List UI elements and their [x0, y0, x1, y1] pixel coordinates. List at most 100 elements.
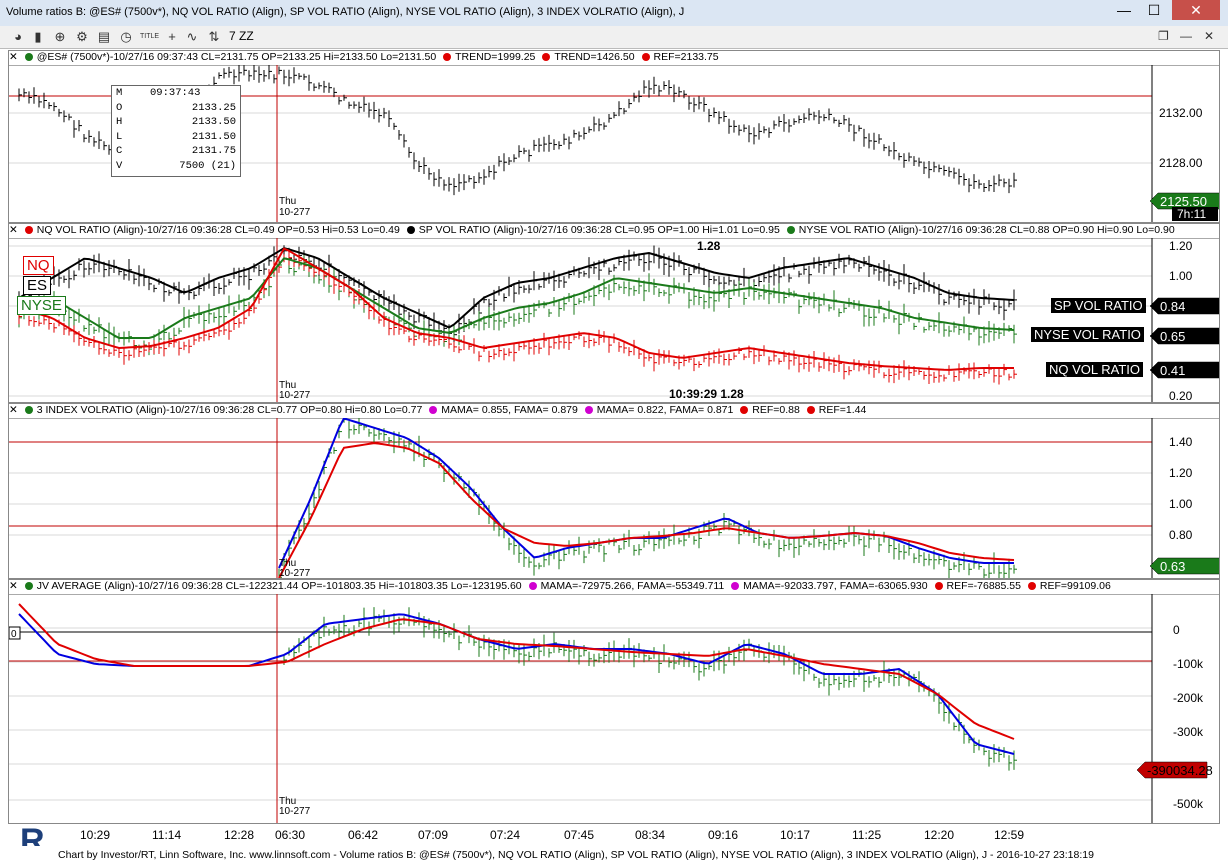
date-label: 10-277 — [279, 568, 311, 578]
info-volume: 7500 (21) — [179, 159, 236, 172]
price-pane-header: ✕ @ES# (7500v*)-10/27/16 09:37:43 CL=213… — [9, 51, 1219, 66]
date-label: 10-277 — [279, 207, 311, 218]
close-pane-icon[interactable]: ✕ — [9, 51, 18, 63]
legend-es: ES — [23, 276, 52, 295]
close-pane-icon[interactable]: ✕ — [9, 580, 18, 592]
zigzag-button[interactable]: 7 ZZ — [229, 29, 254, 43]
x-tick-label: 07:45 — [564, 828, 595, 842]
red-dot-icon — [740, 406, 749, 415]
magenta-dot-icon — [528, 582, 537, 591]
y-tick: 0 — [1173, 623, 1180, 637]
black-dot-icon — [406, 226, 415, 235]
top-value: 1.28 — [697, 239, 721, 253]
jv-average-pane[interactable]: ✕ JV AVERAGE (Align)-10/27/16 09:36:28 C… — [8, 579, 1220, 824]
index-volratio-pane[interactable]: ✕ 3 INDEX VOLRATIO (Align)-10/27/16 09:3… — [8, 403, 1220, 579]
nq-header-text: NQ VOL RATIO (Align)-10/27/16 09:36:28 C… — [36, 224, 400, 236]
indicator-icon[interactable]: ⇅ — [206, 29, 222, 45]
y-tick: -500k — [1173, 797, 1204, 811]
trend2-text: TREND=1426.50 — [554, 51, 635, 63]
magenta-dot-icon — [429, 406, 438, 415]
index-last-label: 0.63 — [1160, 559, 1185, 574]
sp-value-label: 0.84 — [1160, 299, 1185, 314]
jv-average-chart[interactable]: 0-100k-200k-300k-500k-390034.280Thu10-27… — [9, 594, 1219, 823]
thu-label: Thu — [279, 196, 296, 207]
x-tick-label: 10:17 — [780, 828, 811, 842]
x-tick-label: 07:09 — [418, 828, 449, 842]
draw-icon[interactable]: ∿ — [184, 29, 200, 45]
zero-label: 0 — [11, 629, 17, 640]
h-label: H — [116, 116, 123, 128]
cursor-readout: 10:39:29 1.28 — [669, 387, 744, 401]
pie-icon[interactable]: ◕ — [10, 29, 26, 45]
footer-text: Chart by Investor/RT, Linn Software, Inc… — [58, 849, 1094, 861]
ref-text: REF=2133.75 — [653, 51, 719, 63]
jv-mama-line — [18, 613, 1015, 755]
close-pane-icon[interactable]: ✕ — [9, 224, 18, 236]
legend-nyse: NYSE — [17, 296, 66, 315]
jv-fama-line — [18, 603, 1015, 740]
y-tick: -200k — [1173, 691, 1204, 705]
info-low: 2131.50 — [191, 130, 236, 143]
vol-ratio-pane[interactable]: ✕ NQ VOL RATIO (Align)-10/27/16 09:36:28… — [8, 223, 1220, 403]
alarm-icon[interactable]: ◷ — [118, 29, 134, 45]
x-tick-label: 06:42 — [348, 828, 379, 842]
close-pane-icon[interactable]: ✕ — [9, 404, 18, 416]
y-tick: -100k — [1173, 657, 1204, 671]
nyse-value-label: 0.65 — [1160, 329, 1185, 344]
red-dot-icon — [806, 406, 815, 415]
y-tick: 0.80 — [1169, 528, 1193, 542]
minimize-chart-icon[interactable]: — — [1180, 29, 1192, 43]
red-dot-icon — [641, 53, 650, 62]
clipboard-icon[interactable]: ▤ — [96, 29, 112, 45]
gear-icon[interactable]: ⚙ — [74, 29, 90, 45]
nq-vol-avg — [18, 247, 1014, 371]
price-header-text: @ES# (7500v*)-10/27/16 09:37:43 CL=2131.… — [36, 51, 437, 63]
sp-header-text: SP VOL RATIO (Align)-10/27/16 09:36:28 C… — [418, 224, 780, 236]
minimize-button[interactable]: — — [1110, 0, 1138, 20]
date-label: 10-277 — [279, 390, 311, 401]
green-dot-icon — [786, 226, 795, 235]
mama2-text: MAMA= 0.822, FAMA= 0.871 — [596, 404, 734, 416]
y-tick-2132: 2132.00 — [1159, 106, 1203, 120]
zoom-icon[interactable]: ⊕ — [52, 29, 68, 45]
x-tick-label: 12:59 — [994, 828, 1025, 842]
x-tick-label: 10:29 — [80, 828, 111, 842]
ref1-text: REF=0.88 — [752, 404, 800, 416]
crosshair-icon[interactable]: + — [164, 29, 180, 45]
title-icon[interactable]: TITLE — [140, 29, 159, 45]
y-tick-0.20: 0.20 — [1169, 389, 1193, 402]
info-time: 09:37:43 — [150, 87, 201, 99]
window-titlebar: Volume ratios B: @ES# (7500v*), NQ VOL R… — [0, 0, 1228, 27]
nq-vol-ratio-label: NQ VOL RATIO — [1046, 362, 1144, 377]
y-tick: -300k — [1173, 725, 1204, 739]
jv-average-header: ✕ JV AVERAGE (Align)-10/27/16 09:36:28 C… — [9, 580, 1219, 595]
maximize-button[interactable]: ☐ — [1140, 0, 1168, 20]
x-tick-label: 09:16 — [708, 828, 739, 842]
green-dot-icon — [24, 53, 33, 62]
ohlc-info-box: M 09:37:43 O 2133.25 H 2133.50 L 2131.50 C 21… — [111, 85, 241, 177]
nyse-header-text: NYSE VOL RATIO (Align)-10/27/16 09:36:28… — [798, 224, 1175, 236]
date-label: 10-277 — [279, 806, 311, 817]
red-dot-icon — [934, 582, 943, 591]
jv-header-text: JV AVERAGE (Align)-10/27/16 09:36:28 CL=… — [36, 580, 522, 592]
red-dot-icon — [1027, 582, 1036, 591]
index-header-text: 3 INDEX VOLRATIO (Align)-10/27/16 09:36:… — [36, 404, 423, 416]
red-dot-icon — [443, 53, 452, 62]
close-button[interactable]: ✕ — [1172, 0, 1220, 20]
jv-ref1-text: REF=-76885.55 — [946, 580, 1021, 592]
ref2-text: REF=1.44 — [818, 404, 867, 416]
jv-last-label: -390034.28 — [1147, 763, 1213, 778]
price-pane[interactable]: ✕ @ES# (7500v*)-10/27/16 09:37:43 CL=213… — [8, 50, 1220, 223]
x-tick-label: 07:24 — [490, 828, 521, 842]
m-label: M — [116, 87, 123, 99]
x-tick-label: 11:14 — [152, 828, 182, 842]
close-chart-icon[interactable]: ✕ — [1204, 29, 1214, 43]
index-volratio-chart[interactable]: 1.401.201.000.800.63Thu10-277 — [9, 418, 1219, 578]
l-label: L — [116, 130, 123, 143]
y-tick-2128: 2128.00 — [1159, 156, 1203, 170]
restore-icon[interactable]: ❐ — [1158, 29, 1169, 43]
bars-icon[interactable]: ▮ — [30, 29, 46, 45]
v-label: V — [116, 159, 123, 172]
nyse-vol-avg — [18, 257, 1015, 339]
vol-ratio-chart[interactable]: 1.20 1.00 0.20 0.84 0.65 0.41 10:39:29 1.28 1.2… — [9, 238, 1219, 402]
